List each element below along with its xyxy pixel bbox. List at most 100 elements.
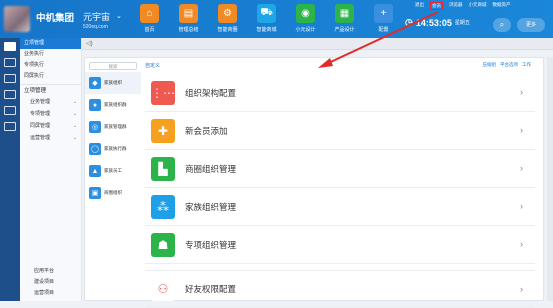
- app-launcher: ⌂ 首页 ▤ 管理总结 ⚙ 智能商圈 ⛟ 智能商城 ◉ 小元设计 ▦ 产品设计 + 配置: [130, 4, 403, 33]
- list-icon[interactable]: [4, 74, 16, 83]
- config-row-label: 好友权限配置: [185, 284, 237, 294]
- add-member-icon: ✚: [151, 118, 175, 143]
- app-briefcase[interactable]: ▤ 管理总结: [169, 4, 208, 33]
- app-gear[interactable]: ⚙ 智能商圈: [208, 4, 247, 33]
- clock-weekday: 星期五: [454, 20, 470, 26]
- clock-icon: ◷: [405, 17, 413, 27]
- group-item[interactable]: ◯ 家族执行群: [85, 138, 141, 160]
- group-item[interactable]: ◎ 家族管理群: [85, 116, 141, 138]
- top-link[interactable]: 会员: [430, 2, 443, 10]
- config-row[interactable]: ✚ 新会员添加 ›: [145, 112, 535, 150]
- app-label: 首页: [144, 27, 155, 33]
- sidebar-subitem[interactable]: 运营管理 ⌄: [20, 132, 81, 144]
- config-row-label: 专项组织管理: [185, 239, 237, 250]
- chevron-right-icon: ›: [520, 125, 523, 135]
- app-globe[interactable]: ◉ 小元设计: [286, 4, 325, 33]
- config-row[interactable]: ▙ 商圈组织管理 ›: [145, 150, 535, 188]
- chart-icon[interactable]: [4, 90, 16, 99]
- top-link[interactable]: 浏览器: [449, 2, 463, 10]
- chevron-right-icon: ›: [520, 201, 523, 211]
- top-bar: 中机集团 元宇宙 520eq.com ⌄ ⌂ 首页 ▤ 管理总结 ⚙ 智能商圈 ⛟ 智能商城 ◉…: [0, 0, 553, 38]
- speaker-icon[interactable]: ◁): [86, 40, 93, 47]
- config-row[interactable]: ☗ 专项组织管理 ›: [145, 226, 535, 264]
- app-cart[interactable]: ⛟ 智能商城: [247, 4, 286, 33]
- grid-icon: ▦: [335, 4, 354, 23]
- group-label: 家族组织群: [104, 102, 127, 107]
- panel-action[interactable]: 平台选项: [500, 62, 518, 68]
- org-chart-icon: ⋮⋯: [151, 80, 175, 105]
- sidebar-subitem[interactable]: 专项管理 ⌄: [20, 108, 81, 120]
- app-label: 产品设计: [334, 27, 355, 33]
- chevron-down-icon: ⌄: [72, 135, 77, 141]
- business-org-icon: ▙: [151, 156, 175, 181]
- app-label: 小元设计: [295, 27, 316, 33]
- brand-name: 中机集团: [36, 13, 75, 24]
- app-label: 管理总结: [178, 27, 199, 33]
- sidebar-bottom-item[interactable]: 建设项目: [20, 277, 81, 288]
- sidebar-subitem-label: 专项管理: [30, 111, 51, 117]
- group-icon: ◎: [89, 121, 101, 133]
- sidebar-subitem[interactable]: 同屏管理 ⌄: [20, 120, 81, 132]
- group-icon: ◆: [89, 77, 101, 89]
- more-button[interactable]: 更多: [517, 18, 545, 32]
- document-icon[interactable]: [4, 106, 16, 115]
- group-label: 商圈组织: [104, 190, 122, 195]
- app-label: 智能商圈: [217, 27, 238, 33]
- sidebar-item[interactable]: 业务执行: [20, 49, 81, 60]
- sidebar-bottom-item[interactable]: 运营项目: [20, 288, 81, 299]
- chevron-down-icon[interactable]: ⌄: [116, 12, 122, 20]
- group-label: 家族组织: [104, 80, 122, 85]
- group-icon: ●: [89, 99, 101, 111]
- folder-icon[interactable]: [4, 42, 16, 51]
- content-panel: 搜索 ◆ 家族组织 ● 家族组织群 ◎ 家族管理群 ◯ 家族执行群 ▲ 家族员工 ▣ 商圈组织 自定义…: [84, 57, 544, 308]
- project-org-icon: ☗: [151, 232, 175, 257]
- sidebar-item[interactable]: 专项执行: [20, 60, 81, 71]
- chevron-down-icon: ⌄: [72, 111, 77, 117]
- family-org-icon: ⁂: [151, 194, 175, 219]
- config-row[interactable]: ⋮⋯ 组织架构配置 ›: [145, 74, 535, 112]
- book-icon[interactable]: [4, 122, 16, 131]
- sidebar-bottom-item[interactable]: 应用平台: [20, 266, 81, 277]
- search-icon[interactable]: ⌕: [493, 18, 511, 32]
- app-plus[interactable]: + 配置: [364, 4, 403, 33]
- group-item[interactable]: ◆ 家族组织: [85, 72, 141, 94]
- app-home[interactable]: ⌂ 首页: [130, 4, 169, 33]
- group-icon: ▣: [89, 187, 101, 199]
- cart-icon: ⛟: [257, 4, 276, 23]
- group-item[interactable]: ▲ 家族员工: [85, 160, 141, 182]
- config-row-label: 组织架构配置: [185, 87, 237, 98]
- brand-url: 520eq.com: [83, 24, 108, 30]
- sidebar-item[interactable]: 同屏执行: [20, 71, 81, 82]
- sidebar-subitem[interactable]: 业务管理 ⌄: [20, 96, 81, 108]
- config-row-label: 家族组织管理: [185, 201, 237, 212]
- group-item[interactable]: ● 家族组织群: [85, 94, 141, 116]
- group-icon: ▲: [89, 165, 101, 177]
- sidebar-item[interactable]: 立项管理: [20, 38, 81, 49]
- sidebar-section-title: 立项管理: [20, 84, 81, 96]
- config-list: ⋮⋯ 组织架构配置 › ✚ 新会员添加 › ▙ 商圈组织管理 › ⁂ 家族组织管理 › ☗ 专项组织管理 ›…: [145, 74, 535, 308]
- top-link[interactable]: 数据资产: [493, 2, 511, 10]
- monitor-icon[interactable]: [4, 58, 16, 67]
- group-icon: ◯: [89, 143, 101, 155]
- app-grid[interactable]: ▦ 产品设计: [325, 4, 364, 33]
- group-search-input[interactable]: 搜索: [89, 62, 137, 70]
- chevron-right-icon: ›: [520, 87, 523, 97]
- plus-icon: +: [374, 4, 393, 23]
- app-label: 配置: [378, 27, 389, 33]
- company-avatar[interactable]: [4, 6, 30, 32]
- top-link[interactable]: 小元商城: [469, 2, 487, 10]
- globe-icon: ◉: [296, 4, 315, 23]
- panel-action[interactable]: 工作: [522, 62, 531, 68]
- panel-actions: 压缩组 平台选项 工作: [483, 62, 532, 68]
- chevron-down-icon: ⌄: [72, 123, 77, 129]
- gear-icon: ⚙: [218, 4, 237, 23]
- scrollbar[interactable]: [547, 57, 553, 301]
- top-link[interactable]: 退出: [415, 2, 424, 10]
- panel-action[interactable]: 压缩组: [483, 62, 497, 68]
- briefcase-icon: ▤: [179, 4, 198, 23]
- group-item[interactable]: ▣ 商圈组织: [85, 182, 141, 204]
- config-row[interactable]: ⁂ 家族组织管理 ›: [145, 188, 535, 226]
- config-row[interactable]: ⚇ 好友权限配置 ›: [145, 270, 535, 308]
- sidebar-subitem-label: 同屏管理: [30, 123, 51, 129]
- group-label: 家族管理群: [104, 124, 127, 129]
